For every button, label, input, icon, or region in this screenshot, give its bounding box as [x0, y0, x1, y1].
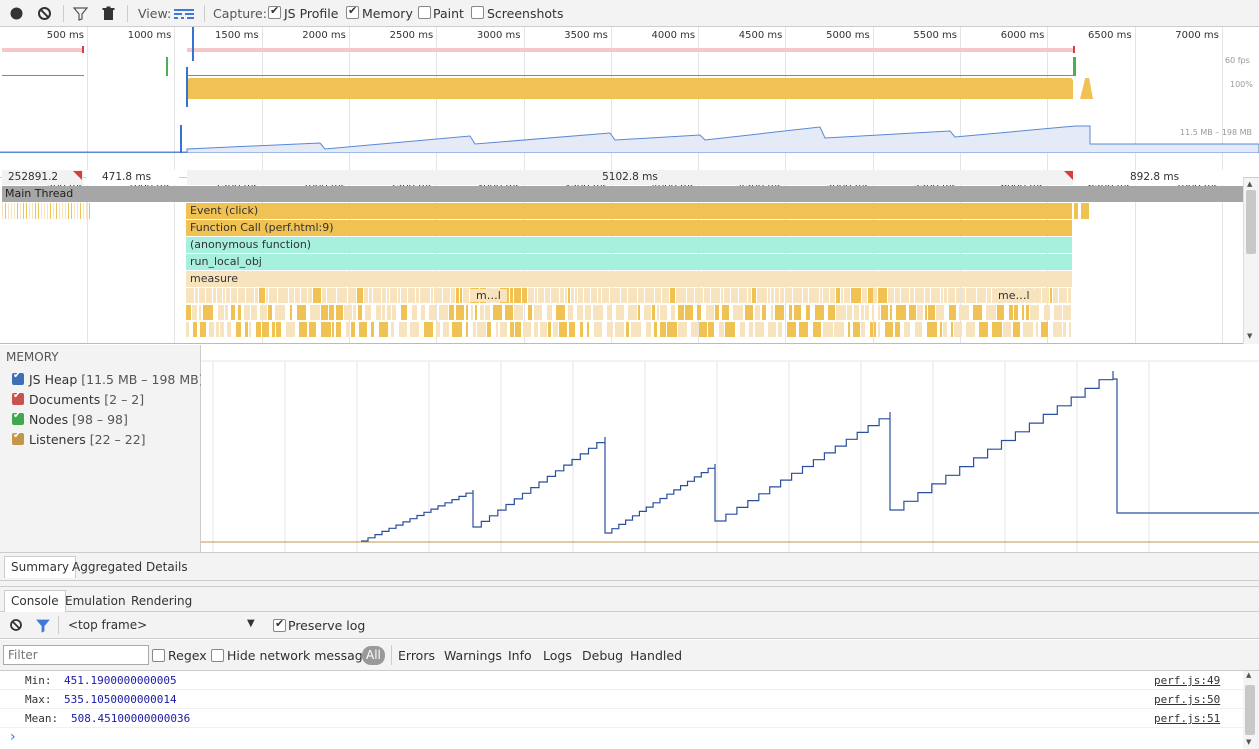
level-handled[interactable]: Handled	[630, 648, 682, 663]
paint-label[interactable]: Paint	[433, 6, 464, 21]
chevron-down-icon[interactable]: ▼	[247, 618, 255, 629]
filter-toggle[interactable]	[31, 616, 55, 636]
ruler-tick-label: 5000 ms	[826, 30, 870, 41]
regex-label[interactable]: Regex	[168, 648, 207, 663]
memory-label[interactable]: Memory	[362, 6, 413, 21]
flame-view-icon[interactable]	[173, 6, 195, 22]
heap-range-label: 11.5 MB – 198 MB	[1180, 128, 1253, 137]
memory-checkbox[interactable]	[346, 4, 359, 19]
capture-label: Capture:	[213, 6, 267, 21]
nodes-checkbox[interactable]	[12, 410, 24, 425]
paint-checkbox[interactable]	[418, 6, 431, 19]
js-profile-label[interactable]: JS Profile	[284, 6, 338, 21]
level-errors[interactable]: Errors	[398, 648, 435, 663]
ruler-tick-label: 4000 ms	[651, 30, 696, 41]
documents-checkbox[interactable]	[12, 390, 24, 405]
details-tabbar: Summary Aggregated Details	[0, 552, 1259, 581]
level-logs[interactable]: Logs	[543, 648, 572, 663]
garbage-collect-icon[interactable]	[101, 6, 117, 22]
flame-scroll-thumb[interactable]	[1246, 190, 1256, 254]
ruler-tick-label: 2000 ms	[302, 30, 346, 41]
source-link[interactable]: perf.js:49	[1154, 674, 1220, 687]
console-filter-input[interactable]	[3, 645, 149, 665]
hide-network-checkbox[interactable]	[211, 649, 224, 662]
counter-js-heap[interactable]: JS Heap [11.5 MB – 198 MB]	[12, 370, 204, 387]
level-debug[interactable]: Debug	[582, 648, 623, 663]
timeline-toolbar: View: Capture: JS Profile Memory Paint S…	[0, 0, 1259, 27]
overview-frames-bar	[187, 48, 1074, 52]
console-prompt[interactable]: ›	[10, 729, 16, 745]
filter-icon	[36, 619, 50, 633]
overview-ruler: 500 ms 1000 ms 1500 ms 2000 ms 2500 ms 3000 m…	[0, 27, 1259, 45]
hide-network-label[interactable]: Hide network messages	[227, 648, 377, 663]
regex-checkbox[interactable]	[152, 649, 165, 662]
memory-counters-panel: MEMORY JS Heap [11.5 MB – 198 MB] Docume…	[0, 345, 204, 552]
cpu-label: 100%	[1230, 80, 1253, 89]
main-thread-header[interactable]: Main Thread	[2, 186, 1243, 202]
clear-icon[interactable]	[37, 6, 53, 22]
record-icon[interactable]	[9, 6, 25, 22]
js-heap-line	[361, 371, 1259, 542]
ruler-tick-label: 1000 ms	[127, 30, 172, 41]
console-message: Max: 535.1050000000014 perf.js:50	[0, 690, 1243, 709]
memory-title: MEMORY	[6, 350, 59, 364]
level-warnings[interactable]: Warnings	[444, 648, 502, 663]
tab-rendering[interactable]: Rendering	[125, 591, 198, 613]
preserve-log-checkbox[interactable]	[273, 617, 286, 632]
console-message: Min: 451.1900000000005 perf.js:49	[0, 671, 1243, 690]
listeners-checkbox[interactable]	[12, 430, 24, 445]
console-messages: Min: 451.1900000000005 perf.js:49 Max: 5…	[0, 671, 1259, 749]
source-link[interactable]: perf.js:50	[1154, 693, 1220, 706]
view-label: View:	[138, 6, 172, 21]
ruler-tick-label: 3000 ms	[476, 30, 521, 41]
memory-graph[interactable]	[201, 345, 1259, 552]
timeline-overview[interactable]: 500 ms 1000 ms 1500 ms 2000 ms 2500 ms 3000 m…	[0, 27, 1259, 178]
frame-block[interactable]: 5102.8 ms	[187, 170, 1073, 185]
ruler-tick-label: 1500 ms	[215, 30, 259, 41]
console-scrollbar[interactable]: ▲ ▼	[1243, 671, 1259, 749]
frame-block[interactable]: 471.8 ms	[86, 170, 179, 185]
ruler-tick-label: 500 ms	[46, 30, 84, 41]
selection-start-handle[interactable]	[192, 27, 194, 61]
ruler-tick-label: 7000 ms	[1175, 30, 1219, 41]
overview-frames-bar	[2, 48, 83, 52]
frame-block[interactable]: 892.8 ms	[1073, 170, 1243, 185]
ruler-tick-label: 6500 ms	[1088, 30, 1132, 41]
filter-icon[interactable]	[72, 6, 89, 22]
flame-scrollbar[interactable]: ▲ ▼	[1243, 178, 1259, 344]
ruler-tick-label: 6000 ms	[1000, 30, 1045, 41]
overview-heap-graph	[0, 125, 1259, 153]
frame-select[interactable]: <top frame>	[68, 618, 147, 632]
ruler-tick-label: 3500 ms	[564, 30, 608, 41]
screenshots-label[interactable]: Screenshots	[487, 6, 563, 21]
js-heap-checkbox[interactable]	[12, 370, 24, 385]
counter-documents[interactable]: Documents [2 – 2]	[12, 390, 144, 407]
console-scroll-thumb[interactable]	[1245, 685, 1255, 735]
flame-m-l-label[interactable]: m…l	[470, 289, 507, 302]
preserve-log-label[interactable]: Preserve log	[288, 618, 365, 633]
tab-aggregated-details[interactable]: Aggregated Details	[66, 557, 194, 579]
console-toolbar: <top frame> ▼ Preserve log	[0, 612, 1259, 639]
drawer-tabbar: Console Emulation Rendering	[0, 586, 1259, 612]
source-link[interactable]: perf.js:51	[1154, 712, 1220, 725]
flame-detail-stripes	[2, 203, 1089, 337]
level-info[interactable]: Info	[508, 648, 532, 663]
js-profile-checkbox[interactable]	[268, 4, 281, 19]
screenshots-checkbox[interactable]	[471, 6, 484, 19]
level-all[interactable]: All	[362, 646, 385, 665]
counter-listeners[interactable]: Listeners [22 – 22]	[12, 430, 146, 447]
counter-nodes[interactable]: Nodes [98 – 98]	[12, 410, 128, 427]
flame-me-l-label[interactable]: me…l	[992, 289, 1036, 302]
tab-emulation[interactable]: Emulation	[59, 591, 132, 613]
console-message: Mean: 508.45100000000036 perf.js:51	[0, 709, 1243, 728]
frame-block[interactable]: 252891.2 ms	[2, 170, 83, 195]
ruler-tick-label: 5500 ms	[913, 30, 957, 41]
ruler-tick-label: 4500 ms	[738, 30, 783, 41]
fps-label: 60 fps	[1225, 56, 1250, 65]
tab-console[interactable]: Console	[4, 590, 66, 612]
clear-console-icon[interactable]	[9, 618, 23, 635]
console-filter-bar: Regex Hide network messages All Errors W…	[0, 640, 1259, 671]
ruler-tick-label: 2500 ms	[389, 30, 434, 41]
cpu-activity-bar	[187, 78, 1073, 99]
